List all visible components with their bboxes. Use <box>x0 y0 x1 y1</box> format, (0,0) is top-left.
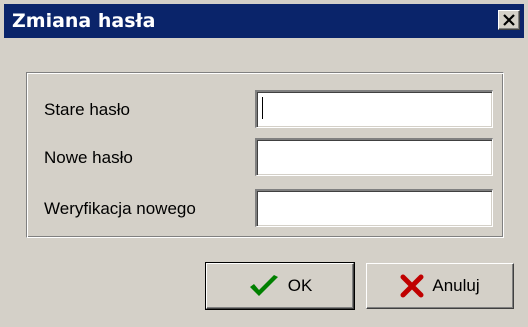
x-icon <box>400 274 424 298</box>
title-bar[interactable]: Zmiana hasła <box>4 4 524 38</box>
cancel-button-label: Anuluj <box>432 276 480 295</box>
verify-password-field[interactable] <box>255 189 493 227</box>
new-password-field[interactable] <box>255 138 493 176</box>
new-password-label: Nowe hasło <box>44 148 133 167</box>
verify-password-label: Weryfikacja nowego <box>44 199 196 218</box>
old-password-field[interactable] <box>255 90 493 128</box>
old-password-label: Stare hasło <box>44 100 130 119</box>
checkmark-icon <box>249 275 278 296</box>
change-password-dialog: Zmiana hasła Stare hasło Nowe hasło Wery… <box>0 0 528 327</box>
ok-button[interactable]: OK <box>205 262 355 310</box>
dialog-title: Zmiana hasła <box>12 10 156 32</box>
close-icon <box>503 14 515 26</box>
text-caret <box>262 97 263 119</box>
ok-button-label: OK <box>287 276 313 295</box>
cancel-button[interactable]: Anuluj <box>366 263 514 309</box>
close-button[interactable] <box>498 10 520 30</box>
